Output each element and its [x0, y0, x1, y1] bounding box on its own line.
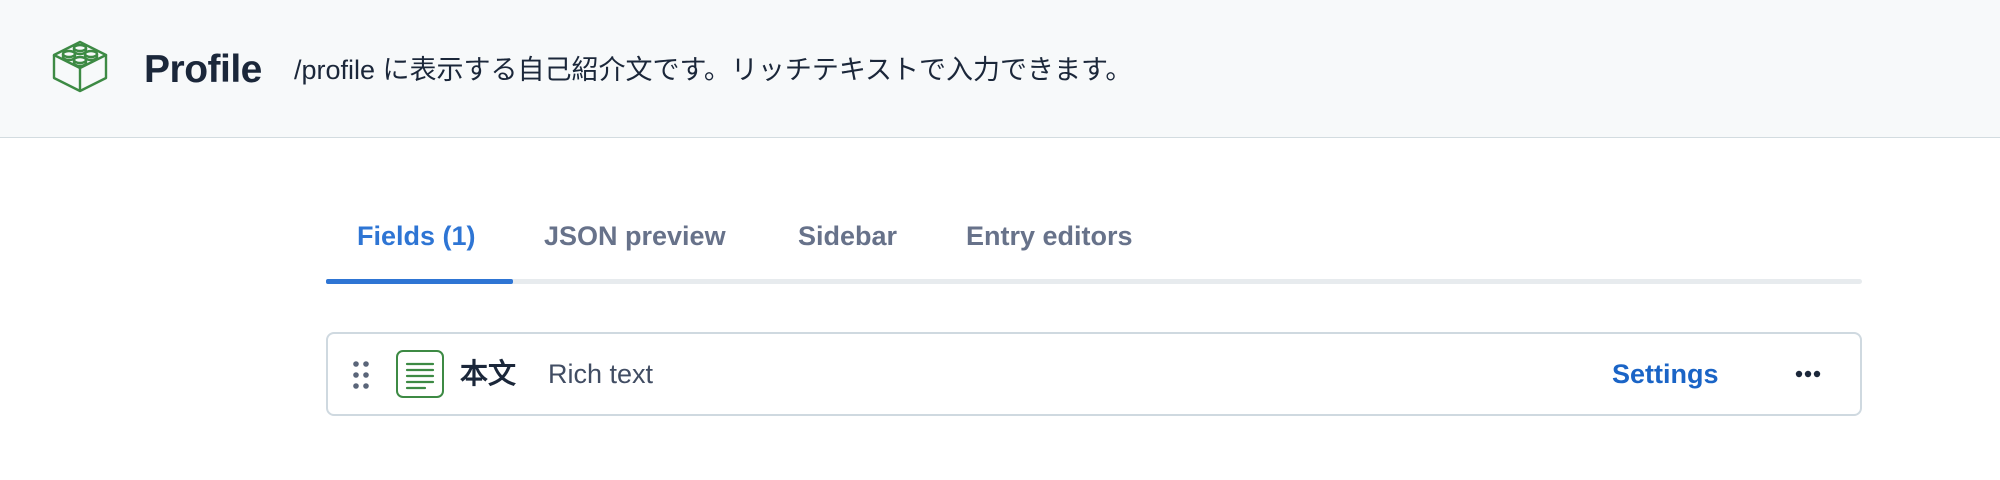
- tab-track: [326, 279, 1862, 284]
- more-horizontal-icon[interactable]: [1788, 354, 1828, 394]
- field-row: 本文 Rich text Settings: [326, 332, 1862, 416]
- content-type-block-icon: [50, 38, 110, 94]
- field-settings-button[interactable]: Settings: [1612, 356, 1719, 392]
- tab-bar: Fields (1) JSON preview Sidebar Entry ed…: [326, 200, 1862, 284]
- active-tab-indicator: [326, 279, 513, 284]
- tab-json-preview[interactable]: JSON preview: [544, 218, 726, 254]
- content-type-header: Profile /profile に表示する自己紹介文です。リッチテキストで入力…: [0, 0, 2000, 138]
- field-type-label: Rich text: [548, 359, 654, 389]
- drag-handle-icon[interactable]: [352, 360, 370, 390]
- page-title: Profile: [144, 48, 262, 91]
- tab-entry-editors[interactable]: Entry editors: [966, 218, 1133, 254]
- tab-fields[interactable]: Fields (1): [357, 218, 476, 254]
- page-description: /profile に表示する自己紹介文です。リッチテキストで入力できます。: [294, 55, 1133, 85]
- field-name: 本文: [460, 358, 517, 389]
- tab-sidebar[interactable]: Sidebar: [798, 218, 897, 254]
- rich-text-icon: [396, 350, 444, 398]
